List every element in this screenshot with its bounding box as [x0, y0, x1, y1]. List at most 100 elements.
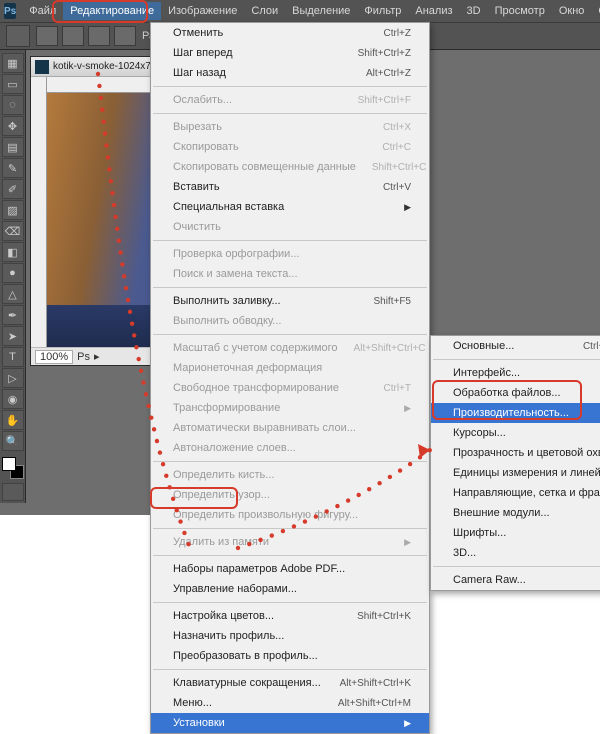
tool-button[interactable]: ▭ — [2, 74, 24, 94]
menu-item-label: Проверка орфографии... — [173, 248, 411, 260]
menu-3d[interactable]: 3D — [460, 2, 488, 20]
menu-item[interactable]: ВставитьCtrl+V — [151, 177, 429, 197]
menu-item[interactable]: Шаг впередShift+Ctrl+Z — [151, 43, 429, 63]
tool-button[interactable]: ➤ — [2, 326, 24, 346]
tool-button[interactable]: 🔍 — [2, 431, 24, 451]
tool-button[interactable]: ● — [2, 263, 24, 283]
menu-item: Трансформирование▶ — [151, 398, 429, 418]
tool-button[interactable]: ▤ — [2, 137, 24, 157]
selection-add-icon[interactable] — [62, 26, 84, 46]
menu-item-label: Свободное трансформирование — [173, 382, 368, 394]
menu-item[interactable]: Шрифты... — [431, 523, 600, 543]
selection-new-icon[interactable] — [36, 26, 58, 46]
menu-item[interactable]: Наборы параметров Adobe PDF... — [151, 559, 429, 579]
tool-button[interactable]: T — [2, 347, 24, 367]
menu-item-label: Меню... — [173, 697, 322, 709]
menu-item[interactable]: 3D... — [431, 543, 600, 563]
quick-mask-button[interactable] — [2, 483, 24, 501]
menu-окно[interactable]: Окно — [552, 2, 592, 20]
menu-анализ[interactable]: Анализ — [408, 2, 459, 20]
menu-item-label: Установки — [173, 717, 404, 729]
submenu-arrow-icon: ▶ — [404, 403, 411, 414]
tool-button[interactable]: ✥ — [2, 116, 24, 136]
menu-item[interactable]: Единицы измерения и линейки... — [431, 463, 600, 483]
menu-item-label: Удалить из памяти — [173, 536, 404, 548]
menu-item[interactable]: ОтменитьCtrl+Z — [151, 23, 429, 43]
menu-item: Автоналожение слоев... — [151, 438, 429, 458]
menu-item-shortcut: Ctrl+K — [583, 341, 600, 352]
menu-item-label: Camera Raw... — [453, 574, 600, 586]
tool-button[interactable]: ▷ — [2, 368, 24, 388]
menu-просмотр[interactable]: Просмотр — [488, 2, 552, 20]
menu-item-label: Клавиатурные сокращения... — [173, 677, 324, 689]
menu-item[interactable]: Обработка файлов... — [431, 383, 600, 403]
document-zoom[interactable]: 100% — [35, 350, 73, 364]
menu-item[interactable]: Направляющие, сетка и фрагменты... — [431, 483, 600, 503]
menu-файл[interactable]: Файл — [22, 2, 63, 20]
menu-item[interactable]: Настройка цветов...Shift+Ctrl+K — [151, 606, 429, 626]
menu-item[interactable]: Основные...Ctrl+K — [431, 336, 600, 356]
menu-item-label: 3D... — [453, 547, 600, 559]
tool-button[interactable]: ◌ — [2, 95, 24, 115]
tool-button[interactable]: ⌫ — [2, 221, 24, 241]
menu-item-label: Автоматически выравнивать слои... — [173, 422, 411, 434]
menu-separator — [153, 287, 427, 288]
menu-фильтр[interactable]: Фильтр — [357, 2, 408, 20]
selection-subtract-icon[interactable] — [88, 26, 110, 46]
submenu-arrow-icon: ▶ — [404, 202, 411, 213]
menu-item[interactable]: Управление наборами... — [151, 579, 429, 599]
menu-item[interactable]: Производительность... — [431, 403, 600, 423]
menu-item[interactable]: Шаг назадAlt+Ctrl+Z — [151, 63, 429, 83]
color-swatches[interactable] — [2, 457, 24, 479]
menu-separator — [153, 602, 427, 603]
menu-item[interactable]: Выполнить заливку...Shift+F5 — [151, 291, 429, 311]
menu-редактирование[interactable]: Редактирование — [63, 2, 161, 20]
menu-справка[interactable]: Справка — [591, 2, 600, 20]
tool-button[interactable]: ◉ — [2, 389, 24, 409]
menu-item-label: Марионеточная деформация — [173, 362, 411, 374]
menu-item: Марионеточная деформация — [151, 358, 429, 378]
menu-item[interactable]: Прозрачность и цветовой охват... — [431, 443, 600, 463]
status-arrow-icon[interactable]: ▸ — [94, 350, 100, 363]
menu-item: Определить кисть... — [151, 465, 429, 485]
menu-separator — [153, 669, 427, 670]
menu-item[interactable]: Назначить профиль... — [151, 626, 429, 646]
menu-item[interactable]: Интерфейс... — [431, 363, 600, 383]
tool-button[interactable]: ✎ — [2, 158, 24, 178]
tool-button[interactable]: ✐ — [2, 179, 24, 199]
menu-item-label: Скопировать — [173, 141, 366, 153]
menu-item-label: Курсоры... — [453, 427, 600, 439]
menu-item-label: Определить произвольную фигуру... — [173, 509, 411, 521]
menu-separator — [433, 359, 600, 360]
menu-выделение[interactable]: Выделение — [285, 2, 357, 20]
edit-menu-dropdown: ОтменитьCtrl+ZШаг впередShift+Ctrl+ZШаг … — [150, 22, 430, 734]
menu-item[interactable]: Внешние модули... — [431, 503, 600, 523]
menu-separator — [153, 555, 427, 556]
tool-button[interactable]: ✋ — [2, 410, 24, 430]
menu-изображение[interactable]: Изображение — [161, 2, 244, 20]
tool-button[interactable]: ◧ — [2, 242, 24, 262]
menu-item[interactable]: Курсоры... — [431, 423, 600, 443]
menu-item-label: Трансформирование — [173, 402, 404, 414]
menu-item: Определить узор... — [151, 485, 429, 505]
menu-item-label: Поиск и замена текста... — [173, 268, 411, 280]
tool-button[interactable]: ▦ — [2, 53, 24, 73]
menu-item[interactable]: Меню...Alt+Shift+Ctrl+M — [151, 693, 429, 713]
menu-item[interactable]: Установки▶ — [151, 713, 429, 733]
selection-intersect-icon[interactable] — [114, 26, 136, 46]
tool-button[interactable]: ▨ — [2, 200, 24, 220]
menu-separator — [153, 240, 427, 241]
current-tool-preset[interactable] — [6, 25, 30, 47]
menu-item-label: Отменить — [173, 27, 368, 39]
tool-button[interactable]: △ — [2, 284, 24, 304]
menu-item-label: Выполнить заливку... — [173, 295, 357, 307]
menu-слои[interactable]: Слои — [244, 2, 285, 20]
vertical-ruler[interactable] — [31, 77, 47, 347]
menu-item[interactable]: Клавиатурные сокращения...Alt+Shift+Ctrl… — [151, 673, 429, 693]
menu-item-label: Вырезать — [173, 121, 367, 133]
menu-item[interactable]: Преобразовать в профиль... — [151, 646, 429, 666]
menu-separator — [153, 528, 427, 529]
menu-item[interactable]: Camera Raw... — [431, 570, 600, 590]
menu-item[interactable]: Специальная вставка▶ — [151, 197, 429, 217]
tool-button[interactable]: ✒ — [2, 305, 24, 325]
